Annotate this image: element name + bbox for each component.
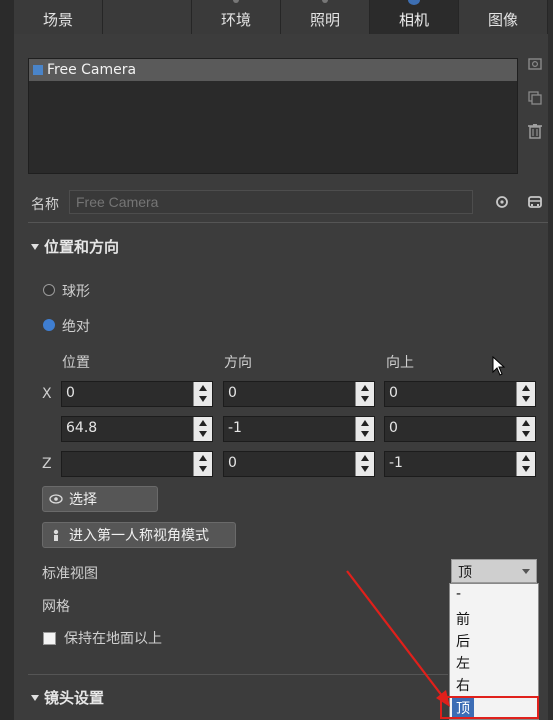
- tab-scene[interactable]: 场景: [14, 0, 103, 34]
- select-button[interactable]: 选择: [42, 486, 158, 512]
- radio-sphere[interactable]: [43, 284, 55, 296]
- right-frame: [548, 0, 553, 720]
- name-label: 名称: [31, 197, 59, 213]
- tab-label: 图像: [487, 11, 518, 29]
- first-person-button-label: 进入第一人称视角模式: [69, 528, 209, 544]
- tab-label: 相机: [398, 11, 429, 29]
- tab-camera[interactable]: 相机: [370, 0, 459, 34]
- menu-item[interactable]: 右: [456, 675, 470, 695]
- radio-absolute[interactable]: [43, 319, 55, 331]
- direction-x-spinbox[interactable]: 0: [223, 381, 375, 407]
- spinbox-value: 0: [389, 420, 398, 436]
- environment-icon: [233, 0, 239, 3]
- lighting-icon: [322, 0, 328, 3]
- spin-arrows-icon[interactable]: [355, 382, 374, 406]
- up-x-spinbox[interactable]: 0: [384, 381, 536, 407]
- column-header-direction: 方向: [224, 355, 252, 371]
- tab-environment[interactable]: 环境: [192, 0, 281, 34]
- tab-label: 照明: [309, 11, 340, 29]
- column-header-position: 位置: [62, 355, 90, 371]
- spinbox-value: 64.8: [66, 420, 98, 436]
- tab-bar: 场景 环境 照明 相机 图像: [14, 0, 548, 34]
- select-button-label: 选择: [69, 492, 97, 508]
- camera-list[interactable]: Free Camera: [28, 58, 518, 174]
- standard-view-dropdown[interactable]: 顶: [451, 559, 537, 583]
- keep-above-ground-checkbox[interactable]: [43, 632, 56, 645]
- first-person-mode-button[interactable]: 进入第一人称视角模式: [42, 522, 236, 548]
- menu-item-selected[interactable]: 顶: [452, 698, 474, 718]
- chevron-down-icon: [522, 569, 530, 574]
- menu-item[interactable]: 左: [456, 653, 470, 673]
- divider: [28, 222, 548, 223]
- tab-label: 场景: [42, 11, 73, 29]
- spinbox-value: 0: [228, 385, 237, 401]
- person-icon: [49, 528, 63, 542]
- eye-icon: [49, 492, 63, 506]
- column-header-up: 向上: [386, 355, 414, 371]
- spin-arrows-icon[interactable]: [193, 452, 212, 476]
- mouse-cursor-icon: [492, 356, 506, 376]
- trash-icon[interactable]: [527, 123, 543, 139]
- standard-view-label: 标准视图: [42, 566, 98, 582]
- snapshot-icon[interactable]: [527, 56, 543, 72]
- position-z-spinbox[interactable]: [61, 451, 213, 477]
- menu-item[interactable]: 前: [456, 609, 470, 629]
- tab-lighting[interactable]: 照明: [281, 0, 370, 34]
- menu-item[interactable]: 后: [456, 631, 470, 651]
- camera-list-item[interactable]: Free Camera: [29, 59, 517, 81]
- grid-label: 网格: [42, 599, 70, 615]
- divider: [28, 674, 448, 675]
- menu-item[interactable]: -: [456, 586, 461, 602]
- tab-image[interactable]: 图像: [459, 0, 548, 34]
- direction-z-spinbox[interactable]: 0: [223, 451, 375, 477]
- camera-item-label: Free Camera: [47, 62, 137, 78]
- spin-arrows-icon[interactable]: [193, 382, 212, 406]
- reset-icon[interactable]: [494, 194, 510, 210]
- spin-arrows-icon[interactable]: [355, 417, 374, 441]
- spinbox-value: -1: [389, 455, 403, 471]
- keep-above-ground-label: 保持在地面以上: [64, 631, 162, 647]
- duplicate-icon[interactable]: [527, 90, 543, 106]
- section-title: 镜头设置: [44, 689, 105, 707]
- spinbox-value: 0: [389, 385, 398, 401]
- collapse-triangle-icon: [31, 694, 39, 701]
- collapse-triangle-icon: [31, 243, 39, 250]
- spinbox-value: 0: [66, 385, 75, 401]
- spinbox-value: 0: [228, 455, 237, 471]
- spin-arrows-icon[interactable]: [516, 417, 535, 441]
- dropdown-value: 顶: [458, 565, 472, 581]
- tab-label: 环境: [220, 11, 251, 29]
- spin-arrows-icon[interactable]: [516, 452, 535, 476]
- position-y-spinbox[interactable]: 64.8: [61, 416, 213, 442]
- camera-item-marker: [33, 65, 43, 75]
- spin-arrows-icon[interactable]: [355, 452, 374, 476]
- spin-arrows-icon[interactable]: [516, 382, 535, 406]
- position-x-spinbox[interactable]: 0: [61, 381, 213, 407]
- standard-view-menu: - 前 后 左 右 顶: [449, 583, 539, 720]
- section-title: 位置和方向: [44, 238, 120, 256]
- tab-material[interactable]: [103, 0, 192, 34]
- position-section-header[interactable]: 位置和方向: [31, 236, 119, 257]
- spin-arrows-icon[interactable]: [193, 417, 212, 441]
- lens-section-header[interactable]: 镜头设置: [31, 687, 104, 708]
- up-y-spinbox[interactable]: 0: [384, 416, 536, 442]
- save-icon[interactable]: [527, 194, 543, 210]
- axis-label-z: Z: [42, 456, 52, 472]
- radio-sphere-label: 球形: [62, 284, 90, 300]
- axis-label-x: X: [42, 386, 52, 402]
- radio-absolute-label: 绝对: [62, 319, 90, 335]
- direction-y-spinbox[interactable]: -1: [223, 416, 375, 442]
- camera-name-input[interactable]: [69, 190, 473, 214]
- camera-icon: [408, 0, 420, 5]
- up-z-spinbox[interactable]: -1: [384, 451, 536, 477]
- left-frame: [0, 0, 14, 720]
- spinbox-value: -1: [228, 420, 242, 436]
